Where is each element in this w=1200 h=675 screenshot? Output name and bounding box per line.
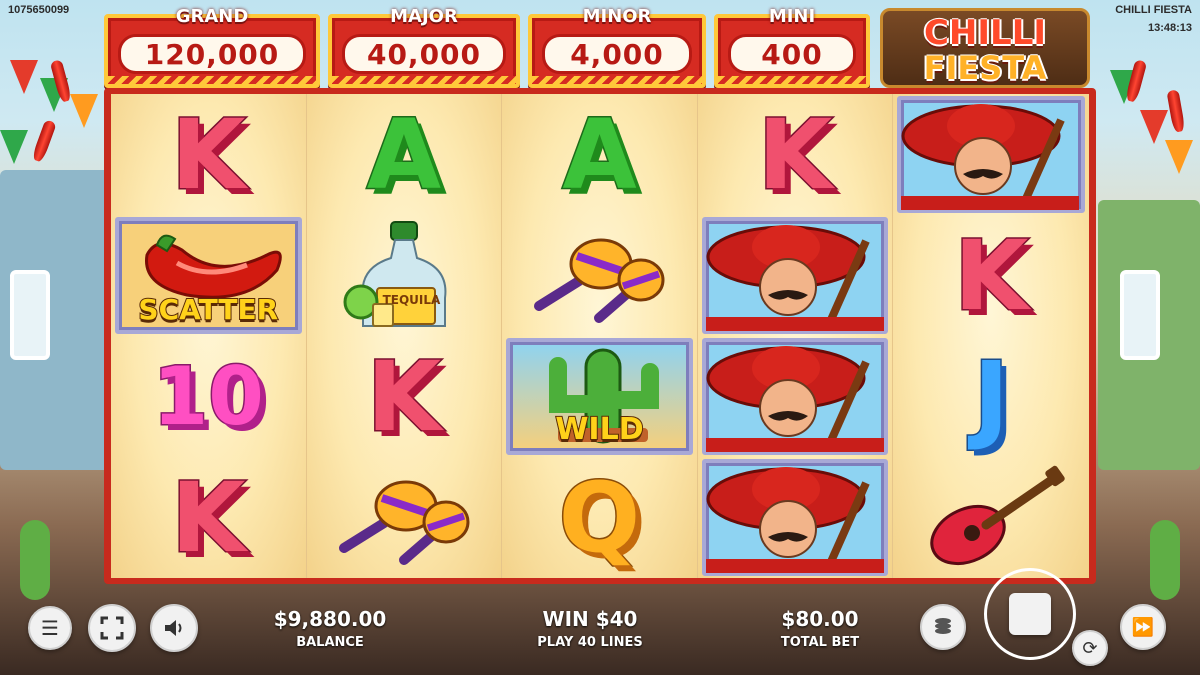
game-name-label: CHILLI FIESTA xyxy=(1115,4,1192,16)
fast-forward-icon: ⏩ xyxy=(1131,616,1155,638)
symbol-10: 10 xyxy=(151,349,265,443)
reel-1: K SCATTER 10 K xyxy=(111,94,307,578)
control-bar: ☰ $9,880.00 BALANCE WIN $40 PLAY 40 LINE… xyxy=(0,568,1200,675)
symbol-mariachi xyxy=(893,94,1089,215)
symbol-q: Q xyxy=(557,461,642,574)
game-logo: CHILLI FIESTA xyxy=(880,8,1090,88)
clock: 13:48:13 xyxy=(1147,22,1192,34)
reel-4: K xyxy=(697,94,894,578)
bet-display: $80.00 TOTAL BET xyxy=(760,607,880,650)
win-display: WIN $40 PLAY 40 LINES xyxy=(520,607,660,650)
symbol-k: K xyxy=(952,219,1029,332)
session-id: 1075650099 xyxy=(8,4,70,16)
mariachi-icon xyxy=(901,104,1080,212)
symbol-k: K xyxy=(365,340,442,453)
jackpot-minor: MINOR 4,000 xyxy=(528,6,706,88)
logo-line1: CHILLI xyxy=(923,13,1047,53)
mariachi-icon xyxy=(705,346,884,454)
wild-label: WILD xyxy=(554,411,644,448)
menu-button[interactable]: ☰ xyxy=(28,606,72,650)
hamburger-icon: ☰ xyxy=(41,616,59,640)
bet-label: TOTAL BET xyxy=(780,635,860,650)
fullscreen-icon xyxy=(100,616,124,640)
autoplay-icon: ⟳ xyxy=(1082,637,1098,659)
reel-2: A TEQUILA K xyxy=(306,94,503,578)
maracas-icon xyxy=(338,480,470,565)
jackpot-grand: GRAND 120,000 xyxy=(104,6,320,88)
reel-3: A WILD Q xyxy=(502,94,698,578)
jackpot-grand-value: 120,000 xyxy=(144,37,280,71)
symbol-tequila: TEQUILA xyxy=(307,215,502,336)
scatter-label: SCATTER xyxy=(137,292,279,327)
autoplay-button[interactable]: ⟳ xyxy=(1072,630,1108,666)
fullscreen-button[interactable] xyxy=(88,604,136,652)
bet-value: $80.00 xyxy=(781,607,859,631)
mariachi-icon xyxy=(705,467,884,575)
win-value: WIN $40 xyxy=(542,607,638,631)
symbol-mariachi xyxy=(698,215,893,336)
symbol-guitar xyxy=(893,457,1089,578)
symbol-k: K xyxy=(170,98,247,211)
coins-button[interactable] xyxy=(920,604,966,650)
spin-button[interactable] xyxy=(984,568,1076,660)
symbol-maracas xyxy=(307,457,502,578)
logo-line2: FIESTA xyxy=(923,49,1047,87)
mariachi-icon xyxy=(705,225,884,333)
speaker-icon xyxy=(165,620,182,636)
tequila-bottle-icon xyxy=(343,221,447,327)
jackpot-mini-label: MINI xyxy=(768,6,816,27)
symbol-k: K xyxy=(170,461,247,574)
symbol-wild: WILD xyxy=(502,336,697,457)
symbol-a: A xyxy=(561,98,638,211)
jackpot-grand-label: GRAND xyxy=(175,6,249,27)
guitar-icon xyxy=(930,465,1065,565)
balance-label: BALANCE xyxy=(296,635,364,650)
sound-button[interactable] xyxy=(150,604,198,652)
symbol-mariachi xyxy=(698,457,893,578)
jackpot-minor-value: 4,000 xyxy=(570,37,664,71)
balance-display: $9,880.00 BALANCE xyxy=(270,607,390,650)
reel-5: K J xyxy=(893,94,1089,578)
symbol-a: A xyxy=(365,98,442,211)
symbol-j: J xyxy=(972,340,1011,453)
balance-value: $9,880.00 xyxy=(273,607,387,631)
stop-icon xyxy=(1009,593,1051,635)
jackpot-major-value: 40,000 xyxy=(366,37,482,71)
symbol-k: K xyxy=(756,98,833,211)
turbo-button[interactable]: ⏩ xyxy=(1120,604,1166,650)
jackpot-mini-value: 400 xyxy=(761,37,823,71)
jackpot-minor-label: MINOR xyxy=(582,6,652,27)
jackpot-mini: MINI 400 xyxy=(714,6,870,88)
coin-stack-icon xyxy=(935,618,951,634)
symbol-scatter: SCATTER xyxy=(111,215,306,336)
reel-grid: K SCATTER 10 K A TEQUILA K A WILD Q K K … xyxy=(111,94,1089,578)
symbol-mariachi xyxy=(698,336,893,457)
maracas-icon xyxy=(534,238,665,323)
jackpot-major: MAJOR 40,000 xyxy=(328,6,520,88)
symbol-maracas xyxy=(502,215,697,336)
lines-label: PLAY 40 LINES xyxy=(537,635,643,650)
jackpot-major-label: MAJOR xyxy=(390,6,458,27)
tequila-label: TEQUILA xyxy=(382,293,441,307)
